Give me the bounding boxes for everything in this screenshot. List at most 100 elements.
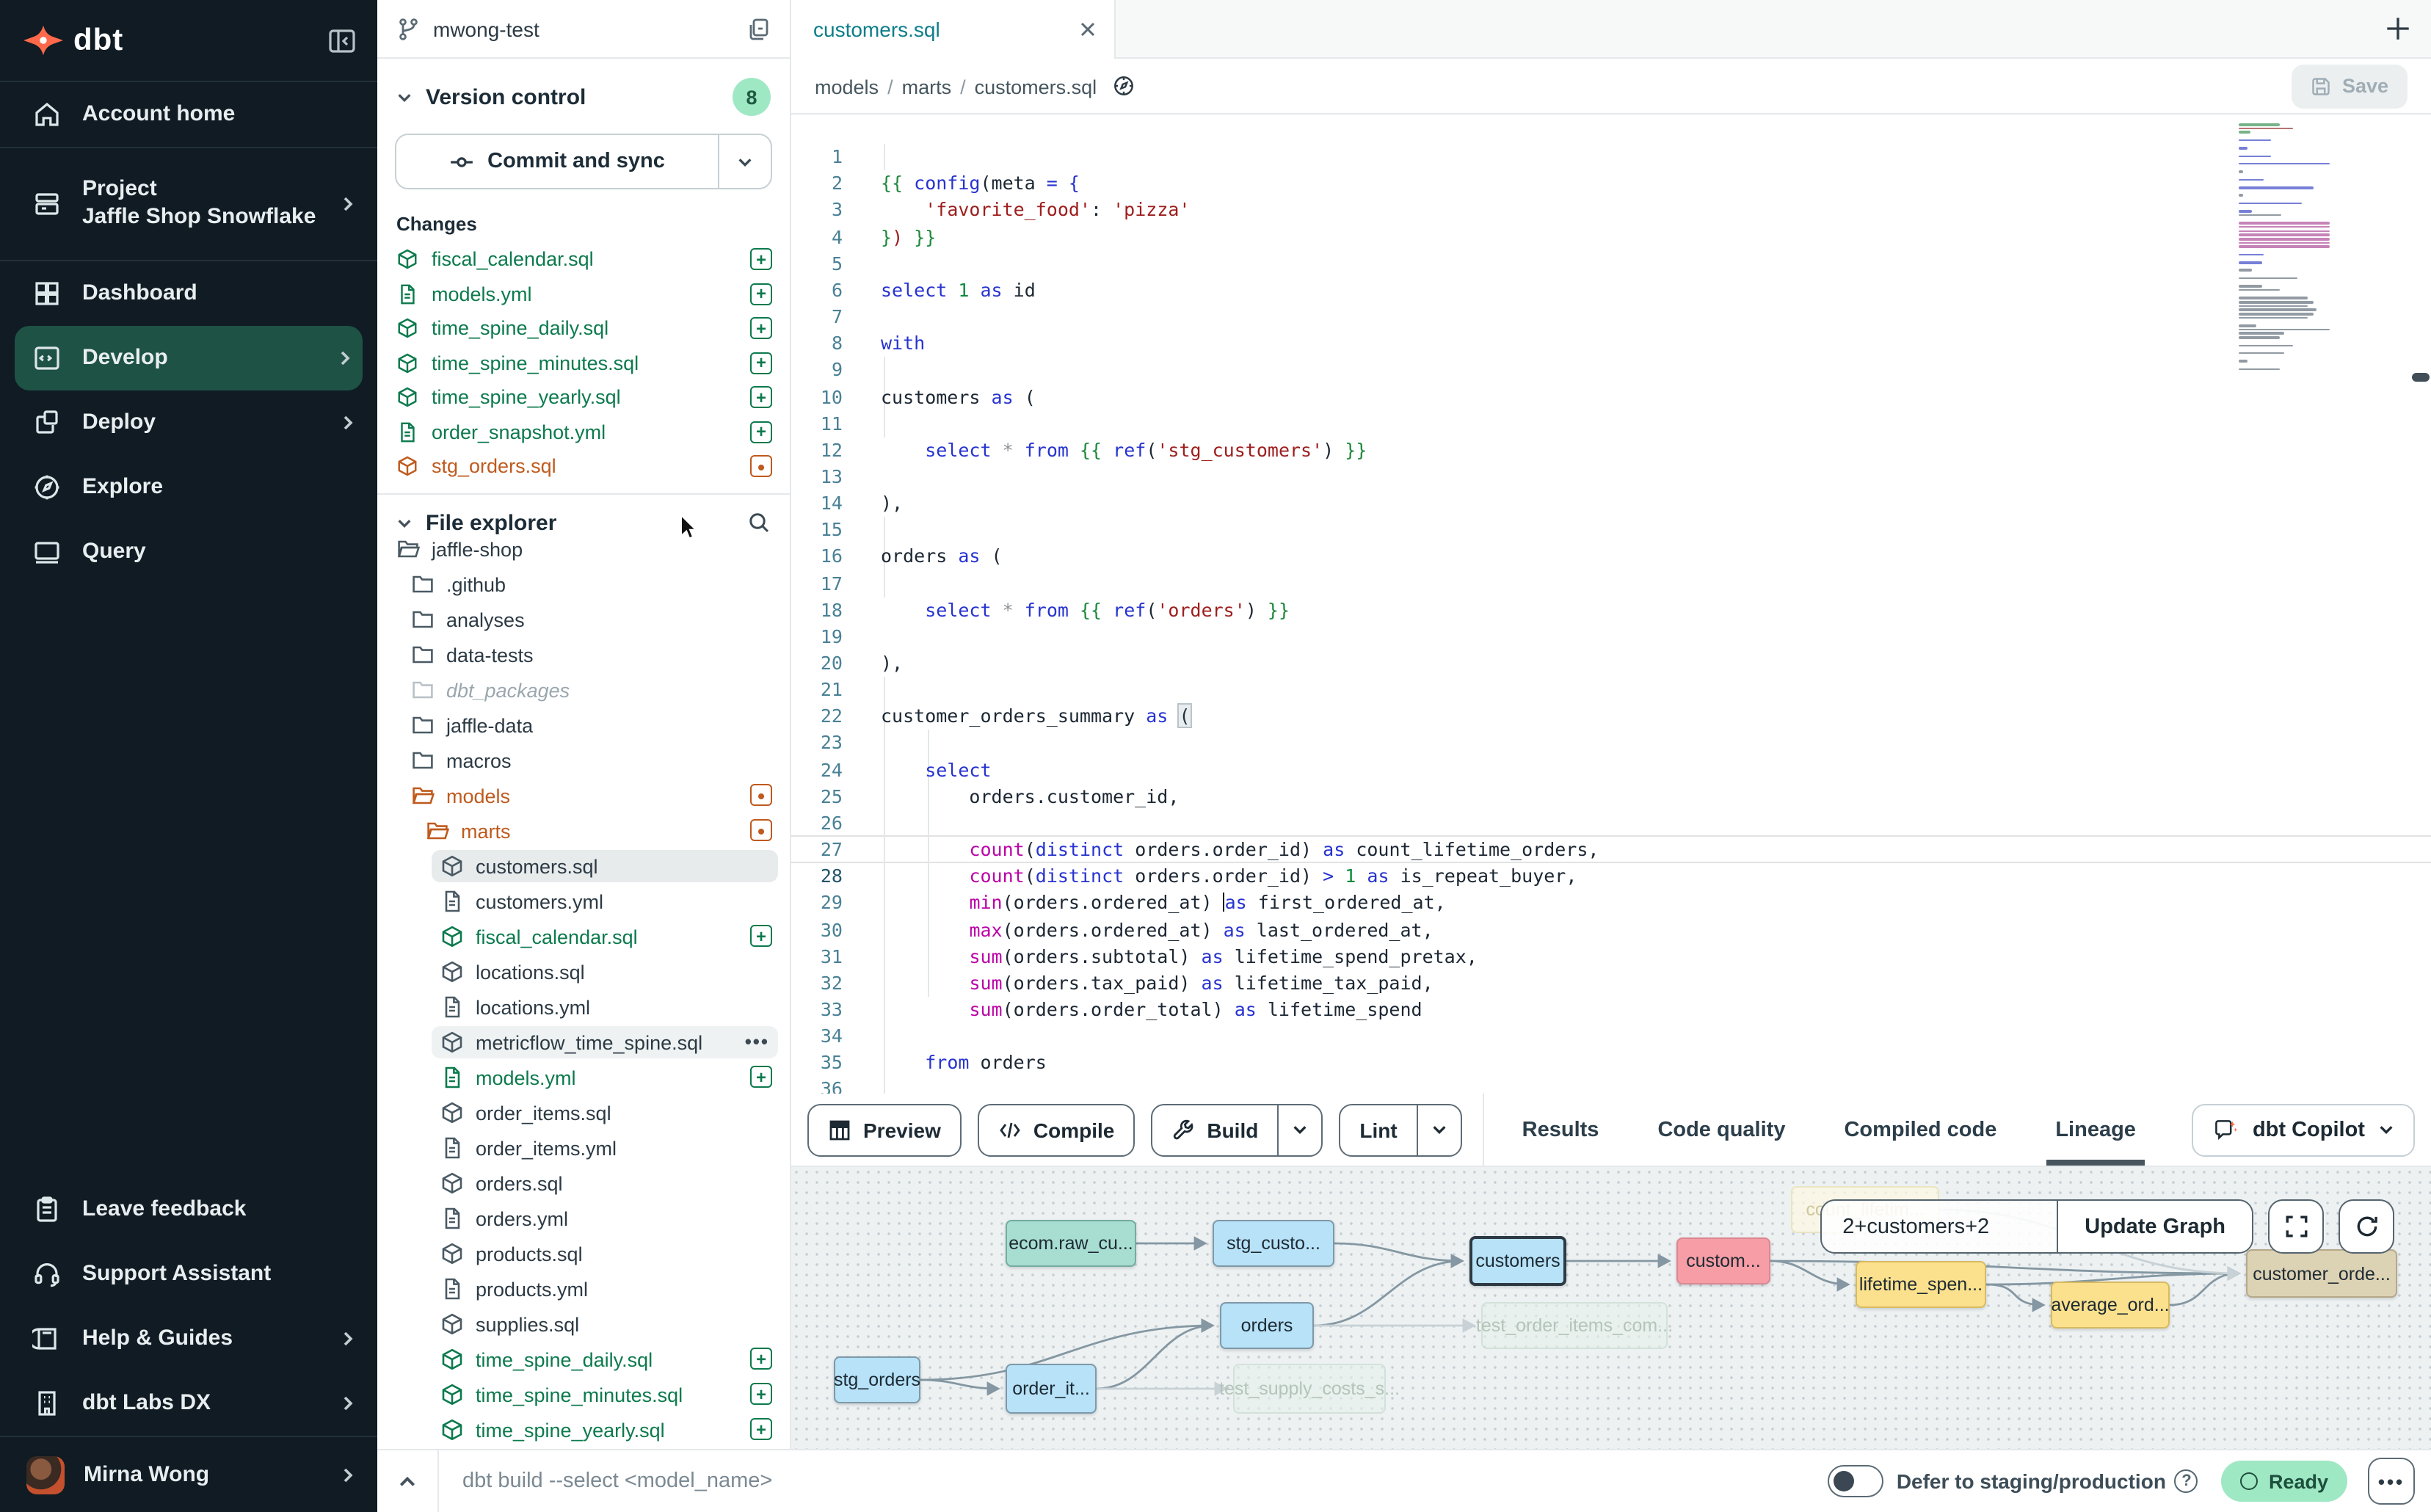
sidebar-item-deploy[interactable]: Deploy xyxy=(0,390,377,455)
copy-icon[interactable] xyxy=(747,17,771,40)
plus-badge[interactable]: + xyxy=(750,249,772,271)
build-options-button[interactable] xyxy=(1277,1105,1321,1155)
dbt-copilot-button[interactable]: dbt Copilot xyxy=(2192,1103,2415,1156)
new-tab-icon[interactable] xyxy=(2383,13,2413,44)
tree-item-dbt_packages[interactable]: dbt_packages xyxy=(377,672,790,708)
tree-item-macros[interactable]: macros xyxy=(377,743,790,778)
tree-item-marts[interactable]: marts• xyxy=(377,813,790,848)
sidebar-item-develop[interactable]: Develop xyxy=(15,326,363,390)
tree-item-.github[interactable]: .github xyxy=(377,567,790,602)
plus-badge[interactable]: + xyxy=(750,318,772,340)
collapse-panel-button[interactable] xyxy=(377,1450,439,1512)
tree-item-customers.yml[interactable]: customers.yml xyxy=(377,884,790,919)
sidebar-item-dbt-labs-dx[interactable]: dbt Labs DX xyxy=(0,1371,377,1436)
changed-file-stg_orders.sql[interactable]: stg_orders.sql • xyxy=(377,449,790,484)
tree-item-analyses[interactable]: analyses xyxy=(377,602,790,637)
tree-item-metricflow_time_spine.sql[interactable]: metricflow_time_spine.sql••• xyxy=(377,1025,790,1060)
tree-item-models[interactable]: models• xyxy=(377,778,790,813)
tree-item-time_spine_minutes.sql[interactable]: time_spine_minutes.sql+ xyxy=(377,1377,790,1412)
changed-file-time_spine_minutes.sql[interactable]: time_spine_minutes.sql + xyxy=(377,346,790,380)
sidebar-item-account-home[interactable]: Account home xyxy=(0,82,377,147)
lineage-node-custorde[interactable]: customer_orde... xyxy=(2246,1249,2397,1298)
lint-options-button[interactable] xyxy=(1417,1105,1461,1155)
tree-item-order_items.sql[interactable]: order_items.sql xyxy=(377,1095,790,1130)
tree-item-locations.yml[interactable]: locations.yml xyxy=(377,989,790,1025)
sidebar-item-query[interactable]: Query xyxy=(0,520,377,584)
changed-file-time_spine_yearly.sql[interactable]: time_spine_yearly.sql + xyxy=(377,380,790,415)
code-editor[interactable]: 1 {{ config(meta = { 2 'favorite_food': … xyxy=(791,115,2431,1094)
version-control-header[interactable]: Version control 8 xyxy=(377,59,790,128)
lineage-node-testorder[interactable]: test_order_items_com... xyxy=(1481,1302,1668,1349)
changed-file-models.yml[interactable]: models.yml + xyxy=(377,277,790,311)
lineage-node-stgorders[interactable]: stg_orders xyxy=(834,1356,920,1403)
fullscreen-button[interactable] xyxy=(2268,1199,2324,1254)
lineage-canvas[interactable]: ecom.raw_cu...stg_custo...customerscusto… xyxy=(791,1167,2431,1449)
sidebar-item-leave-feedback[interactable]: Leave feedback xyxy=(0,1177,377,1242)
close-icon[interactable] xyxy=(1079,21,1097,38)
build-button[interactable]: Build xyxy=(1151,1103,1323,1156)
sidebar-item-project[interactable]: ProjectJaffle Shop Snowflake xyxy=(0,148,377,260)
lineage-node-stgcust[interactable]: stg_custo... xyxy=(1213,1220,1334,1267)
plus-badge[interactable]: + xyxy=(750,387,772,409)
plus-badge[interactable]: + xyxy=(750,1418,772,1440)
user-menu[interactable]: Mirna Wong xyxy=(0,1436,377,1512)
preview-button[interactable]: Preview xyxy=(807,1103,962,1156)
tree-item-data-tests[interactable]: data-tests xyxy=(377,637,790,672)
tree-item-order_items.yml[interactable]: order_items.yml xyxy=(377,1130,790,1166)
refresh-button[interactable] xyxy=(2339,1199,2394,1254)
lineage-node-average[interactable]: average_ord... xyxy=(2051,1282,2170,1329)
plus-badge[interactable]: + xyxy=(750,352,772,374)
row-menu-icon[interactable]: ••• xyxy=(745,1031,769,1053)
lineage-node-testsupply[interactable]: test_supply_costs_s... xyxy=(1233,1364,1386,1414)
tree-item-fiscal_calendar.sql[interactable]: fiscal_calendar.sql+ xyxy=(377,919,790,954)
changed-file-time_spine_daily.sql[interactable]: time_spine_daily.sql + xyxy=(377,311,790,346)
status-badge[interactable]: Ready xyxy=(2222,1461,2347,1502)
minimap[interactable] xyxy=(2239,123,2336,372)
tree-item-products.yml[interactable]: products.yml xyxy=(377,1271,790,1306)
tree-item-supplies.sql[interactable]: supplies.sql xyxy=(377,1306,790,1342)
lineage-node-orders[interactable]: orders xyxy=(1220,1302,1314,1349)
file-lineage-icon[interactable] xyxy=(1111,73,1136,98)
tree-item-customers.sql[interactable]: customers.sql xyxy=(377,848,790,884)
tab-compiled-code[interactable]: Compiled code xyxy=(1844,1094,1996,1166)
tree-item-time_spine_yearly.sql[interactable]: time_spine_yearly.sql+ xyxy=(377,1412,790,1447)
dot-badge[interactable]: • xyxy=(750,819,772,841)
sidebar-item-dashboard[interactable]: Dashboard xyxy=(0,261,377,326)
lineage-node-custom[interactable]: custom... xyxy=(1676,1237,1770,1284)
breadcrumb-item[interactable]: customers.sql xyxy=(975,76,1097,98)
lineage-node-customers[interactable]: customers xyxy=(1469,1236,1566,1286)
tree-item-models.yml[interactable]: models.yml+ xyxy=(377,1060,790,1095)
tree-item-products.sql[interactable]: products.sql xyxy=(377,1236,790,1271)
tree-item-jaffle-data[interactable]: jaffle-data xyxy=(377,708,790,743)
tab-lineage[interactable]: Lineage xyxy=(2055,1094,2136,1166)
lineage-selector-input[interactable] xyxy=(1822,1201,2057,1252)
update-graph-button[interactable]: Update Graph xyxy=(2057,1201,2252,1252)
breadcrumb-item[interactable]: marts xyxy=(902,76,952,98)
sidebar-item-support-assistant[interactable]: Support Assistant xyxy=(0,1242,377,1306)
sidebar-item-help-guides[interactable]: Help & Guides xyxy=(0,1306,377,1371)
tree-item-locations.sql[interactable]: locations.sql xyxy=(377,954,790,989)
lineage-node-orderit[interactable]: order_it... xyxy=(1006,1364,1097,1414)
dot-badge[interactable]: • xyxy=(750,784,772,806)
save-button[interactable]: Save xyxy=(2292,64,2408,108)
tree-item-orders.sql[interactable]: orders.sql xyxy=(377,1166,790,1201)
tree-item-time_spine_daily.sql[interactable]: time_spine_daily.sql+ xyxy=(377,1342,790,1377)
compile-button[interactable]: Compile xyxy=(978,1103,1135,1156)
plus-badge[interactable]: + xyxy=(750,1066,772,1088)
lineage-node-lifetime[interactable]: lifetime_spen... xyxy=(1856,1261,1986,1308)
plus-badge[interactable]: + xyxy=(750,421,772,443)
dot-badge[interactable]: • xyxy=(750,456,772,478)
plus-badge[interactable]: + xyxy=(750,1348,772,1370)
commit-and-sync-button[interactable]: Commit and sync xyxy=(395,134,772,189)
commit-options-button[interactable] xyxy=(718,135,771,188)
collapse-sidebar-icon[interactable] xyxy=(327,26,357,55)
defer-toggle[interactable] xyxy=(1828,1465,1883,1497)
plus-badge[interactable]: + xyxy=(750,925,772,947)
help-icon[interactable]: ? xyxy=(2175,1469,2198,1493)
tree-item-orders.yml[interactable]: orders.yml xyxy=(377,1201,790,1236)
tab-results[interactable]: Results xyxy=(1522,1094,1599,1166)
tab-customers-sql[interactable]: customers.sql xyxy=(791,0,1116,59)
dbt-command-input[interactable] xyxy=(439,1469,1828,1493)
plus-badge[interactable]: + xyxy=(750,283,772,305)
tab-code-quality[interactable]: Code quality xyxy=(1657,1094,1785,1166)
